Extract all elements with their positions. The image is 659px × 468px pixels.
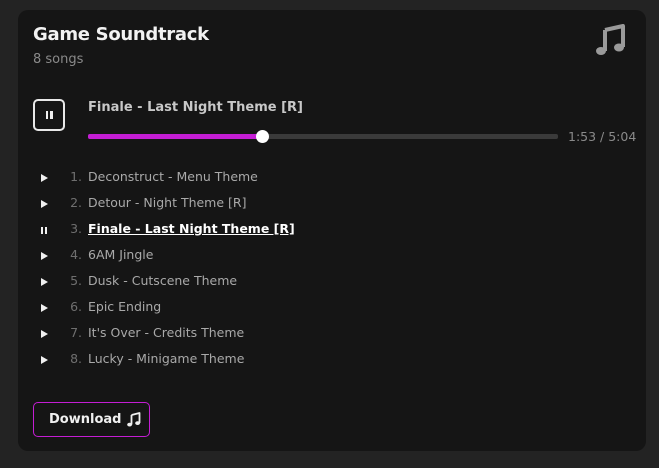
track-title[interactable]: Epic Ending (88, 299, 161, 314)
track-row[interactable]: 2. Detour - Night Theme [R] (18, 191, 646, 217)
track-title[interactable]: Detour - Night Theme [R] (88, 195, 246, 210)
track-number: 2. (70, 195, 82, 210)
play-icon[interactable] (39, 355, 49, 365)
track-number: 1. (70, 169, 82, 184)
track-row[interactable]: 4. 6AM Jingle (18, 243, 646, 269)
play-icon[interactable] (39, 199, 49, 209)
play-icon[interactable] (39, 303, 49, 313)
track-title[interactable]: Lucky - Minigame Theme (88, 351, 244, 366)
track-row[interactable]: 7. It's Over - Credits Theme (18, 321, 646, 347)
track-row[interactable]: 8. Lucky - Minigame Theme (18, 347, 646, 373)
song-count: 8 songs (33, 52, 84, 67)
time-display: 1:53 / 5:04 (568, 129, 637, 144)
track-number: 4. (70, 247, 82, 262)
pause-icon (45, 111, 53, 119)
soundtrack-card: Game Soundtrack 8 songs Finale - Last Ni… (18, 10, 646, 451)
track-title[interactable]: Finale - Last Night Theme [R] (88, 221, 295, 236)
track-number: 3. (70, 221, 82, 236)
track-number: 6. (70, 299, 82, 314)
track-row[interactable]: 3. Finale - Last Night Theme [R] (18, 217, 646, 243)
music-note-icon (596, 24, 625, 55)
now-playing-title: Finale - Last Night Theme [R] (88, 100, 303, 115)
track-number: 8. (70, 351, 82, 366)
pause-icon[interactable] (39, 225, 49, 235)
download-label: Download (49, 412, 122, 427)
play-icon[interactable] (39, 277, 49, 287)
progress-knob[interactable] (255, 130, 269, 143)
download-button[interactable]: Download (33, 402, 150, 437)
play-icon[interactable] (39, 329, 49, 339)
track-row[interactable]: 1. Deconstruct - Menu Theme (18, 165, 646, 191)
soundtrack-title: Game Soundtrack (33, 24, 209, 45)
track-title[interactable]: It's Over - Credits Theme (88, 325, 244, 340)
play-icon[interactable] (39, 251, 49, 261)
progress-fill (88, 134, 262, 139)
track-number: 5. (70, 273, 82, 288)
track-row[interactable]: 6. Epic Ending (18, 295, 646, 321)
track-number: 7. (70, 325, 82, 340)
track-title[interactable]: Dusk - Cutscene Theme (88, 273, 237, 288)
play-icon[interactable] (39, 173, 49, 183)
play-pause-button[interactable] (33, 99, 65, 131)
track-row[interactable]: 5. Dusk - Cutscene Theme (18, 269, 646, 295)
music-note-icon (127, 412, 141, 427)
track-title[interactable]: Deconstruct - Menu Theme (88, 169, 258, 184)
track-title[interactable]: 6AM Jingle (88, 247, 153, 262)
progress-bar[interactable] (88, 130, 558, 143)
